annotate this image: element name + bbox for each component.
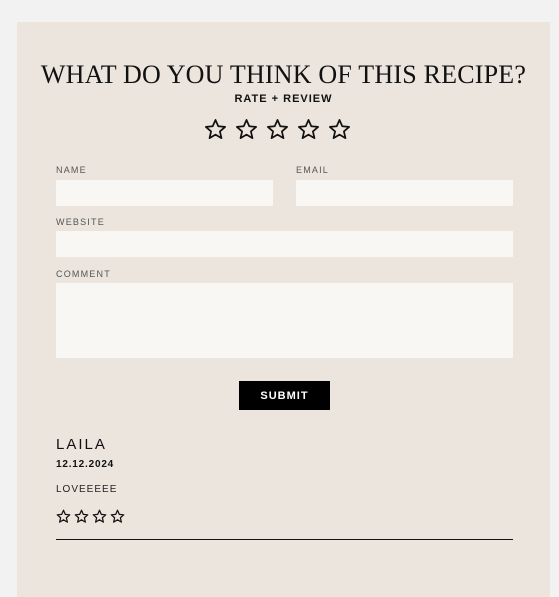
star-outline-icon[interactable] xyxy=(204,118,227,141)
review-rating-stars xyxy=(56,509,125,524)
review-card: WHAT DO YOU THINK OF THIS RECIPE? RATE +… xyxy=(17,22,550,597)
name-label: NAME xyxy=(56,165,87,175)
star-outline-icon[interactable] xyxy=(266,118,289,141)
name-field[interactable] xyxy=(56,180,273,206)
form-title: WHAT DO YOU THINK OF THIS RECIPE? xyxy=(40,60,527,89)
reviewer-name: LAILA xyxy=(56,436,107,453)
review-date: 12.12.2024 xyxy=(56,459,115,470)
star-outline-icon xyxy=(92,509,107,523)
star-outline-icon xyxy=(110,509,125,523)
email-field[interactable] xyxy=(296,180,513,206)
comment-label: COMMENT xyxy=(56,269,111,279)
rating-stars xyxy=(204,118,351,141)
review-divider xyxy=(56,539,513,540)
star-outline-icon xyxy=(56,509,71,523)
star-outline-icon[interactable] xyxy=(328,118,351,141)
form-subtitle: RATE + REVIEW xyxy=(234,93,333,105)
star-outline-icon xyxy=(74,509,89,523)
star-outline-icon[interactable] xyxy=(297,118,320,141)
email-label: EMAIL xyxy=(296,165,330,175)
review-text: LOVEEEEE xyxy=(56,484,118,495)
submit-button[interactable]: SUBMIT xyxy=(239,381,330,410)
website-label: WEBSITE xyxy=(56,217,105,227)
website-field[interactable] xyxy=(56,231,513,257)
comment-field[interactable] xyxy=(56,283,513,358)
star-outline-icon[interactable] xyxy=(235,118,258,141)
